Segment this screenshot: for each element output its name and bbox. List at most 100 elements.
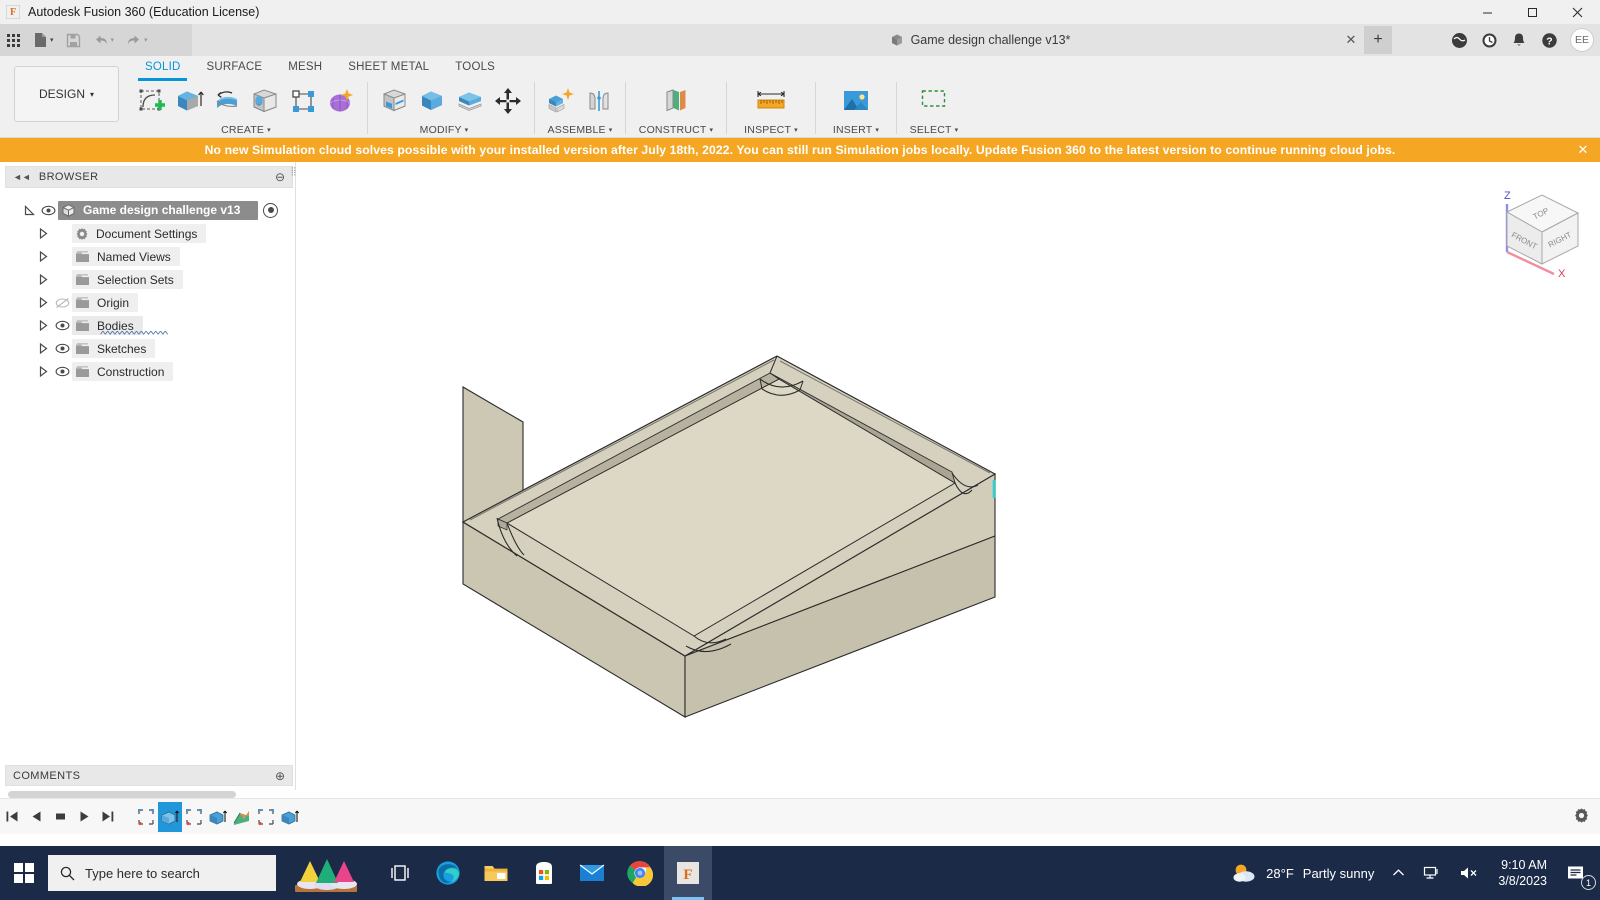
maximize-button[interactable] (1510, 0, 1555, 24)
timeline-feature-sketch[interactable] (254, 802, 278, 832)
windows-start-icon[interactable] (0, 846, 48, 900)
press-pull-icon[interactable] (375, 82, 413, 120)
twisty-collapsed-icon[interactable] (34, 268, 52, 291)
tree-row-construction[interactable]: Construction (0, 360, 300, 383)
banner-close-button[interactable]: ✕ (1574, 138, 1592, 162)
tree-row-named-views[interactable]: Named Views (0, 245, 300, 268)
undo-button[interactable]: ▾ (87, 24, 121, 56)
panel-create-label[interactable]: CREATE ▾ (132, 122, 360, 138)
fillet-icon[interactable] (413, 82, 451, 120)
close-button[interactable] (1555, 0, 1600, 24)
job-status-icon[interactable] (1445, 26, 1473, 54)
fusion-360-icon[interactable]: F (664, 846, 712, 900)
panel-resize-handle[interactable]: ⦙⦙ (291, 166, 296, 179)
browser-scrollbar[interactable] (8, 791, 236, 798)
panel-assemble-label[interactable]: ASSEMBLE ▾ (542, 122, 618, 138)
tree-label-box[interactable]: Origin (72, 293, 138, 312)
play-stop-button[interactable] (48, 799, 72, 835)
tree-label-box[interactable]: Bodies (72, 316, 143, 335)
visibility-eye-icon[interactable] (38, 199, 58, 222)
timeline-feature-extrude[interactable] (206, 802, 230, 832)
twisty-collapsed-icon[interactable] (34, 222, 52, 245)
save-button[interactable] (60, 24, 87, 56)
activate-radio-icon[interactable] (263, 203, 278, 218)
measure-ruler-icon[interactable] (752, 82, 790, 120)
shell-icon[interactable] (451, 82, 489, 120)
twisty-collapsed-icon[interactable] (34, 337, 52, 360)
timeline-feature-sketch[interactable] (134, 802, 158, 832)
panel-insert-label[interactable]: INSERT ▾ (823, 122, 889, 138)
tree-row-origin[interactable]: Origin (0, 291, 300, 314)
panel-select-label[interactable]: SELECT ▾ (904, 122, 964, 138)
network-icon[interactable] (1414, 846, 1450, 900)
document-tab[interactable]: Game design challenge v13* (600, 24, 1360, 56)
selection-window-icon[interactable] (915, 82, 953, 120)
search-input[interactable]: Type here to search (48, 855, 276, 891)
microsoft-store-icon[interactable] (520, 846, 568, 900)
rectangular-pattern-icon[interactable] (284, 82, 322, 120)
revolve-icon[interactable] (208, 82, 246, 120)
tree-row-document-settings[interactable]: Document Settings (0, 222, 300, 245)
canvas[interactable]: ◄◄ BROWSER ⊖ (0, 162, 1600, 790)
tab-surface[interactable]: SURFACE (194, 56, 276, 78)
clock[interactable]: 9:10 AM 3/8/2023 (1488, 857, 1557, 889)
tree-root-label-box[interactable]: Game design challenge v13 (58, 201, 258, 220)
weather-widget[interactable]: 28°F Partly sunny (1222, 846, 1383, 900)
notifications-bell-icon[interactable] (1505, 26, 1533, 54)
new-document-button[interactable]: ▾ (27, 24, 60, 56)
tree-label-box[interactable]: Construction (72, 362, 173, 381)
avatar[interactable]: EE (1570, 28, 1594, 52)
chevron-down-icon[interactable]: ▾ (111, 36, 115, 44)
form-sculpt-icon[interactable] (322, 82, 360, 120)
file-explorer-icon[interactable] (472, 846, 520, 900)
joint-icon[interactable] (580, 82, 618, 120)
new-tab-button[interactable]: + (1364, 26, 1392, 54)
task-view-icon[interactable] (376, 846, 424, 900)
new-sketch-icon[interactable] (132, 82, 170, 120)
chevron-down-icon[interactable]: ▾ (144, 36, 148, 44)
go-to-end-button[interactable] (96, 799, 120, 835)
minimize-button[interactable] (1465, 0, 1510, 24)
new-component-icon[interactable] (542, 82, 580, 120)
step-back-button[interactable] (24, 799, 48, 835)
tree-label-box[interactable]: Sketches (72, 339, 155, 358)
move-copy-icon[interactable] (489, 82, 527, 120)
visibility-eye-icon[interactable] (52, 314, 72, 337)
step-forward-button[interactable] (72, 799, 96, 835)
tab-sheet-metal[interactable]: SHEET METAL (335, 56, 442, 78)
google-chrome-icon[interactable] (616, 846, 664, 900)
panel-construct-label[interactable]: CONSTRUCT ▾ (633, 122, 719, 138)
visibility-eye-icon[interactable] (52, 337, 72, 360)
notification-center-button[interactable]: 1 (1557, 846, 1600, 900)
workspace-switcher[interactable]: DESIGN ▾ (14, 66, 119, 122)
tab-solid[interactable]: SOLID (132, 56, 194, 78)
collapse-left-icon[interactable]: ◄◄ (13, 172, 31, 182)
twisty-collapsed-icon[interactable] (34, 314, 52, 337)
app-grid-icon[interactable] (0, 24, 27, 56)
help-question-icon[interactable]: ? (1535, 26, 1563, 54)
mail-icon[interactable] (568, 846, 616, 900)
extrude-icon[interactable] (170, 82, 208, 120)
tray-body[interactable] (463, 356, 995, 717)
insert-image-icon[interactable] (837, 82, 875, 120)
comments-panel[interactable]: COMMENTS ⊕ (5, 765, 293, 786)
twisty-collapsed-icon[interactable] (34, 360, 52, 383)
tree-row-selection-sets[interactable]: Selection Sets (0, 268, 300, 291)
twisty-collapsed-icon[interactable] (34, 245, 52, 268)
timeline-feature-extrude[interactable] (278, 802, 302, 832)
twisty-collapsed-icon[interactable] (34, 291, 52, 314)
tree-label-box[interactable]: Selection Sets (72, 270, 183, 289)
add-comment-button[interactable]: ⊕ (275, 769, 285, 783)
tree-label-box[interactable]: Named Views (72, 247, 180, 266)
recent-activity-clock-icon[interactable] (1475, 26, 1503, 54)
twisty-expanded-icon[interactable] (20, 199, 38, 222)
tree-label-box[interactable]: Document Settings (72, 224, 206, 243)
visibility-eye-hidden-icon[interactable] (52, 291, 72, 314)
hole-icon[interactable] (246, 82, 284, 120)
visibility-eye-icon[interactable] (52, 360, 72, 383)
tab-mesh[interactable]: MESH (275, 56, 335, 78)
tree-row-root[interactable]: Game design challenge v13 (0, 198, 300, 222)
timeline-feature-loft[interactable] (230, 802, 254, 832)
tree-row-bodies[interactable]: Bodies (0, 314, 300, 337)
timeline-feature-sketch[interactable] (182, 802, 206, 832)
